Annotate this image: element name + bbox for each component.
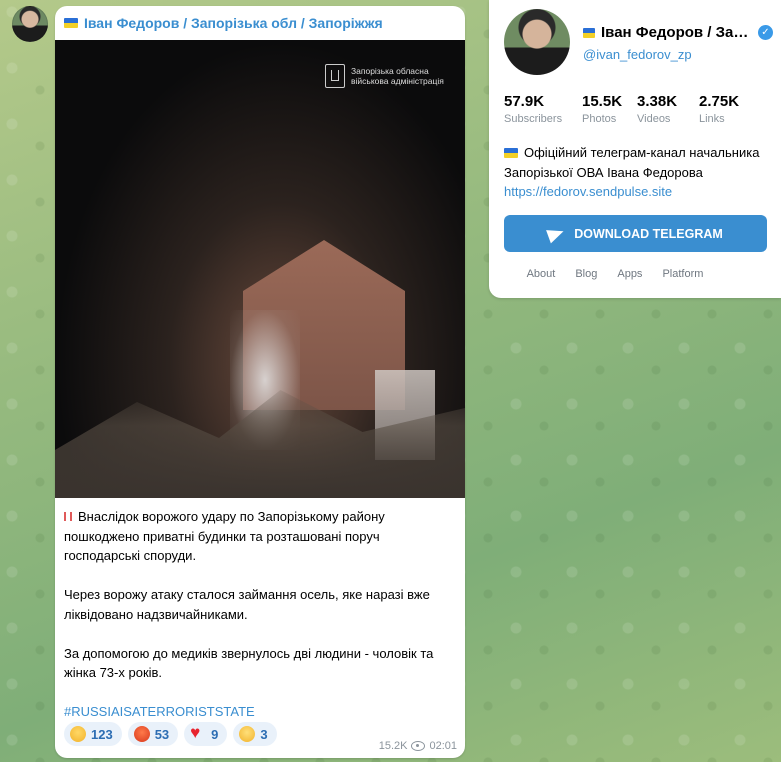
- stat-label: Videos: [637, 113, 671, 125]
- eye-icon: [411, 741, 426, 751]
- channel-post: Іван Федоров / Запорізька обл / Запоріжж…: [55, 6, 465, 758]
- post-photo[interactable]: Запорізька обласна військова адміністрац…: [55, 40, 465, 498]
- stat-subscribers: 57.9K Subscribers: [504, 93, 582, 125]
- channel-card-avatar[interactable]: [504, 9, 570, 75]
- download-telegram-button[interactable]: DOWNLOAD TELEGRAM: [504, 215, 767, 252]
- channel-link[interactable]: https://fedorov.sendpulse.site: [504, 184, 672, 199]
- stat-photos: 15.5K Photos: [582, 93, 637, 125]
- ukraine-flag-icon: [64, 18, 78, 28]
- footer-link-about[interactable]: About: [527, 268, 556, 280]
- download-label: DOWNLOAD TELEGRAM: [574, 226, 723, 241]
- stat-value: 57.9K: [504, 93, 545, 110]
- verified-icon: ✓: [758, 25, 773, 40]
- reaction-thinking[interactable]: 3: [233, 722, 277, 746]
- reaction-count: 3: [260, 726, 268, 742]
- footer-link-blog[interactable]: Blog: [575, 268, 597, 280]
- stat-value: 15.5K: [582, 93, 623, 110]
- channel-handle[interactable]: @ivan_fedorov_zp: [583, 47, 692, 62]
- ukraine-flag-icon: [583, 27, 595, 38]
- post-paragraph-3: За допомогою до медиків звернулось дві л…: [64, 645, 434, 681]
- watermark-line1: Запорізька обласна: [351, 66, 429, 76]
- reaction-angry[interactable]: 53: [127, 722, 179, 746]
- post-meta: 15.2K 02:01: [379, 740, 457, 752]
- post-paragraph-2: Через ворожу атаку сталося займання осел…: [64, 587, 430, 622]
- channel-info-card: Іван Федоров / Запорізька обл / Запоріжж…: [489, 0, 781, 298]
- view-count: 15.2K: [378, 740, 408, 752]
- stat-links: 2.75K Links: [699, 93, 754, 125]
- footer-link-apps[interactable]: Apps: [617, 268, 642, 280]
- photo-watermark: Запорізька обласна військова адміністрац…: [325, 64, 444, 88]
- post-header[interactable]: Іван Федоров / Запорізька обл / Запоріжж…: [55, 6, 465, 40]
- channel-name-text: Іван Федоров / Запорізька обл / Запоріжж…: [601, 24, 753, 41]
- post-channel-title: Іван Федоров / Запорізька обл / Запоріжж…: [84, 15, 383, 31]
- alert-marker-icon: [64, 512, 72, 521]
- stat-value: 3.38K: [637, 93, 678, 110]
- description-text: Офіційний телеграм-канал начальника Запо…: [504, 145, 760, 180]
- channel-description: Офіційний телеграм-канал начальника Запо…: [504, 143, 774, 202]
- watermark-line2: військова адміністрація: [351, 76, 444, 86]
- thinking-face-icon: [239, 726, 256, 742]
- stat-label: Links: [699, 113, 725, 125]
- channel-stats: 57.9K Subscribers 15.5K Photos 3.38K Vid…: [504, 93, 754, 125]
- post-paragraph-1: Внаслідок ворожого удару по Запорізькому…: [64, 509, 385, 563]
- post-time: 02:01: [429, 740, 457, 752]
- stat-label: Subscribers: [504, 113, 563, 125]
- red-heart-icon: [190, 723, 206, 743]
- reaction-heart[interactable]: 9: [184, 722, 228, 746]
- stat-value: 2.75K: [699, 93, 740, 110]
- ukraine-flag-icon: [504, 148, 518, 158]
- angry-face-icon: [133, 726, 150, 742]
- reaction-count: 53: [154, 726, 170, 742]
- post-text: Внаслідок ворожого удару по Запорізькому…: [55, 498, 465, 722]
- footer-links: About Blog Apps Platform: [489, 268, 781, 280]
- reaction-count: 9: [211, 726, 219, 742]
- channel-avatar[interactable]: [12, 6, 48, 42]
- channel-name: Іван Федоров / Запорізька обл / Запоріжж…: [583, 24, 773, 41]
- coat-of-arms-icon: [325, 64, 345, 88]
- footer-link-platform[interactable]: Platform: [662, 268, 703, 280]
- reaction-count: 123: [91, 726, 113, 742]
- reactions-bar: 123 53 9 3: [64, 722, 277, 746]
- telegram-plane-icon: [546, 224, 567, 243]
- hashtag-link[interactable]: #RUSSIAISATERRORISTSTATE: [64, 704, 255, 719]
- stat-label: Photos: [582, 113, 617, 125]
- crying-face-icon: [70, 726, 86, 742]
- reaction-crying[interactable]: 123: [64, 722, 122, 746]
- stat-videos: 3.38K Videos: [637, 93, 699, 125]
